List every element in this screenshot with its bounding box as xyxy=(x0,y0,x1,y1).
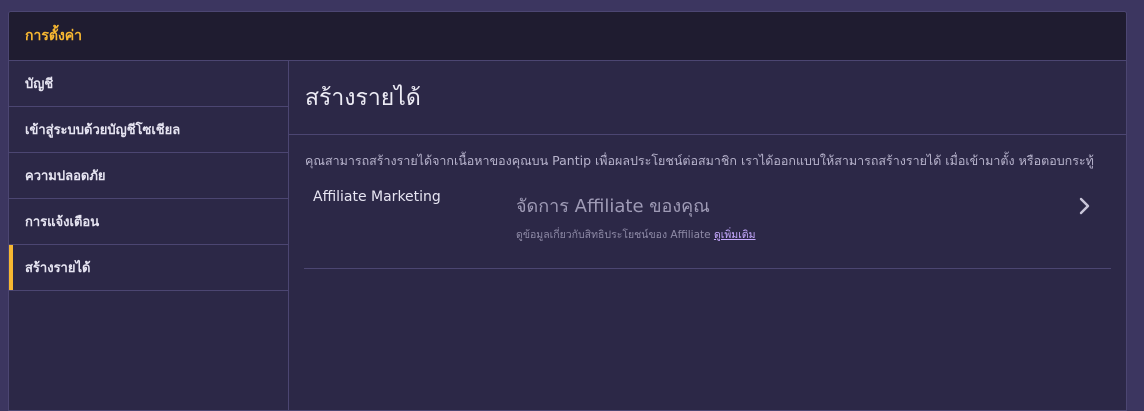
panel-title: การตั้งค่า xyxy=(25,28,83,44)
content-area: สร้างรายได้ คุณสามารถสร้างรายได้จากเนื้อ… xyxy=(289,61,1126,410)
page-title: สร้างรายได้ xyxy=(305,84,421,111)
page-description: คุณสามารถสร้างรายได้จากเนื้อหาของคุณบน P… xyxy=(305,153,1094,168)
affiliate-setting-row[interactable]: Affiliate Marketing จัดการ Affiliate ของ… xyxy=(304,189,1111,269)
sidebar-item-social-login[interactable]: เข้าสู่ระบบด้วยบัญชีโซเชียล xyxy=(9,107,288,153)
affiliate-value: จัดการ Affiliate ของคุณ ดูข้อมูลเกี่ยวกั… xyxy=(516,191,756,243)
affiliate-subtitle-text: ดูข้อมูลเกี่ยวกับสิทธิประโยชน์ของ Affili… xyxy=(516,229,711,241)
affiliate-subtitle: ดูข้อมูลเกี่ยวกับสิทธิประโยชน์ของ Affili… xyxy=(516,226,756,243)
settings-panel: การตั้งค่า บัญชี เข้าสู่ระบบด้วยบัญชีโซเ… xyxy=(8,11,1127,411)
chevron-right-icon[interactable] xyxy=(1075,197,1093,215)
panel-body: บัญชี เข้าสู่ระบบด้วยบัญชีโซเชียล ความปล… xyxy=(9,61,1126,410)
sidebar-item-security[interactable]: ความปลอดภัย xyxy=(9,153,288,199)
sidebar-item-notifications[interactable]: การแจ้งเตือน xyxy=(9,199,288,245)
see-more-link[interactable]: ดูเพิ่มเติม xyxy=(714,229,756,241)
affiliate-label: Affiliate Marketing xyxy=(313,189,441,205)
panel-header: การตั้งค่า xyxy=(9,12,1126,61)
content-header: สร้างรายได้ xyxy=(289,61,1126,135)
sidebar-item-earn-income[interactable]: สร้างรายได้ xyxy=(9,245,288,291)
sidebar-item-account[interactable]: บัญชี xyxy=(9,61,288,107)
settings-sidebar: บัญชี เข้าสู่ระบบด้วยบัญชีโซเชียล ความปล… xyxy=(9,61,289,410)
affiliate-manage-title: จัดการ Affiliate ของคุณ xyxy=(516,196,710,217)
